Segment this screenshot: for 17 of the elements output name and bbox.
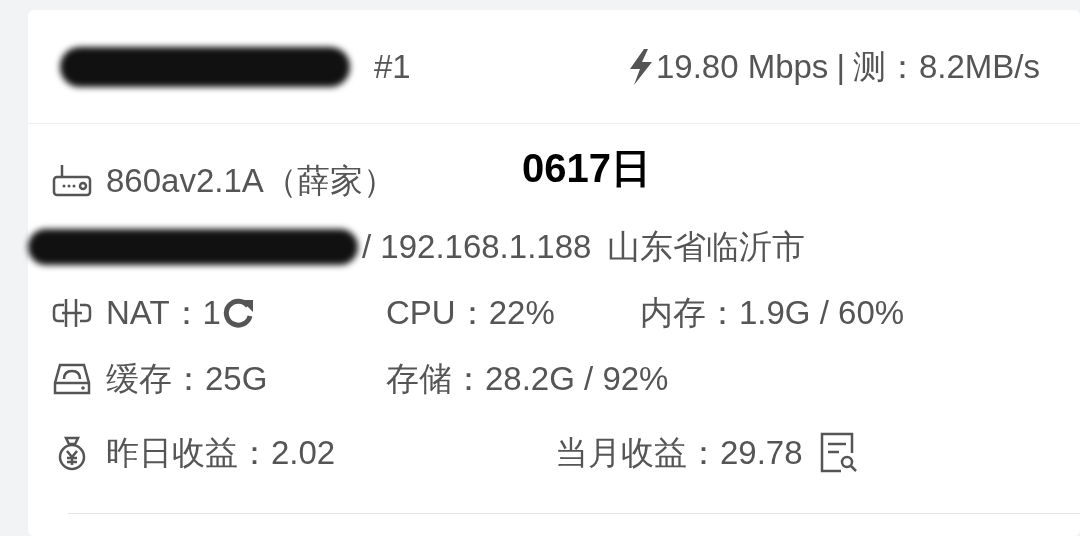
storage-usage: 存储：28.2G / 92% xyxy=(386,359,669,400)
month-earnings: 当月收益：29.78 xyxy=(555,433,803,474)
cpu-usage: CPU：22% xyxy=(386,293,555,334)
rank-number: #1 xyxy=(374,46,411,87)
measured-speed: 测：8.2MB/s xyxy=(852,46,1040,87)
router-icon xyxy=(52,163,92,199)
memory-usage: 内存：1.9G / 60% xyxy=(640,293,905,334)
device-name: 860av2.1A（薛家） xyxy=(106,161,396,202)
date-label: 0617日 xyxy=(522,145,651,192)
separator: | xyxy=(836,46,845,87)
location-text: 山东省临沂市 xyxy=(607,227,806,268)
yesterday-earnings: 昨日收益：2.02 xyxy=(106,433,336,474)
speed-text: 19.80 Mbps xyxy=(655,46,829,87)
cache-size: 缓存：25G xyxy=(106,359,268,400)
nat-type: NAT：1 xyxy=(106,293,221,334)
report-search-icon[interactable] xyxy=(818,431,859,475)
ip-address: / 192.168.1.188 xyxy=(362,227,592,268)
